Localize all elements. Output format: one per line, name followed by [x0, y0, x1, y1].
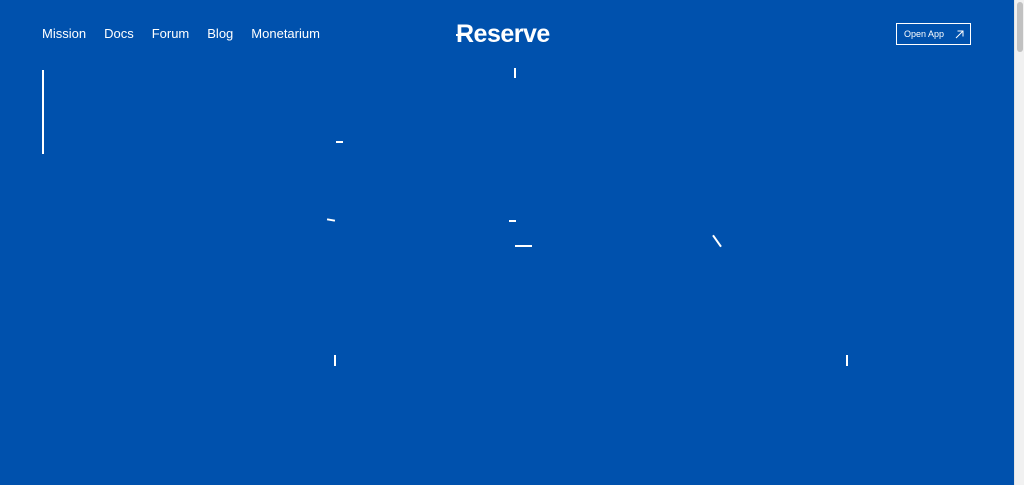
open-app-label: Open App — [904, 29, 945, 39]
decor-tick-bottom-left — [334, 355, 336, 366]
logo-strike-mark — [456, 34, 466, 36]
arrow-up-right-icon — [955, 30, 964, 39]
nav-item-blog[interactable]: Blog — [207, 26, 233, 42]
decor-dash-4 — [515, 245, 532, 247]
reserve-logo[interactable]: Reserve — [456, 18, 560, 50]
nav-item-forum[interactable]: Forum — [152, 26, 190, 42]
open-app-button[interactable]: Open App — [896, 23, 971, 45]
nav-item-docs[interactable]: Docs — [104, 26, 134, 42]
nav-item-monetarium[interactable]: Monetarium — [251, 26, 320, 42]
page-viewport: Mission Docs Forum Blog Monetarium Reser… — [0, 0, 1014, 485]
scrollbar-thumb[interactable] — [1017, 2, 1023, 52]
vertical-scrollbar[interactable] — [1014, 0, 1024, 485]
decor-line-vertical-left — [42, 70, 44, 154]
decor-tick-bottom-right — [846, 355, 848, 366]
decor-tick-top-center — [514, 68, 516, 78]
decor-dash-3 — [509, 220, 516, 222]
logo-text: Reserve — [456, 20, 550, 48]
decor-diagonal-line — [712, 234, 722, 248]
decor-dash-1 — [336, 141, 343, 143]
main-nav: Mission Docs Forum Blog Monetarium — [42, 26, 320, 42]
nav-item-mission[interactable]: Mission — [42, 26, 86, 42]
decor-dash-2 — [326, 218, 336, 222]
